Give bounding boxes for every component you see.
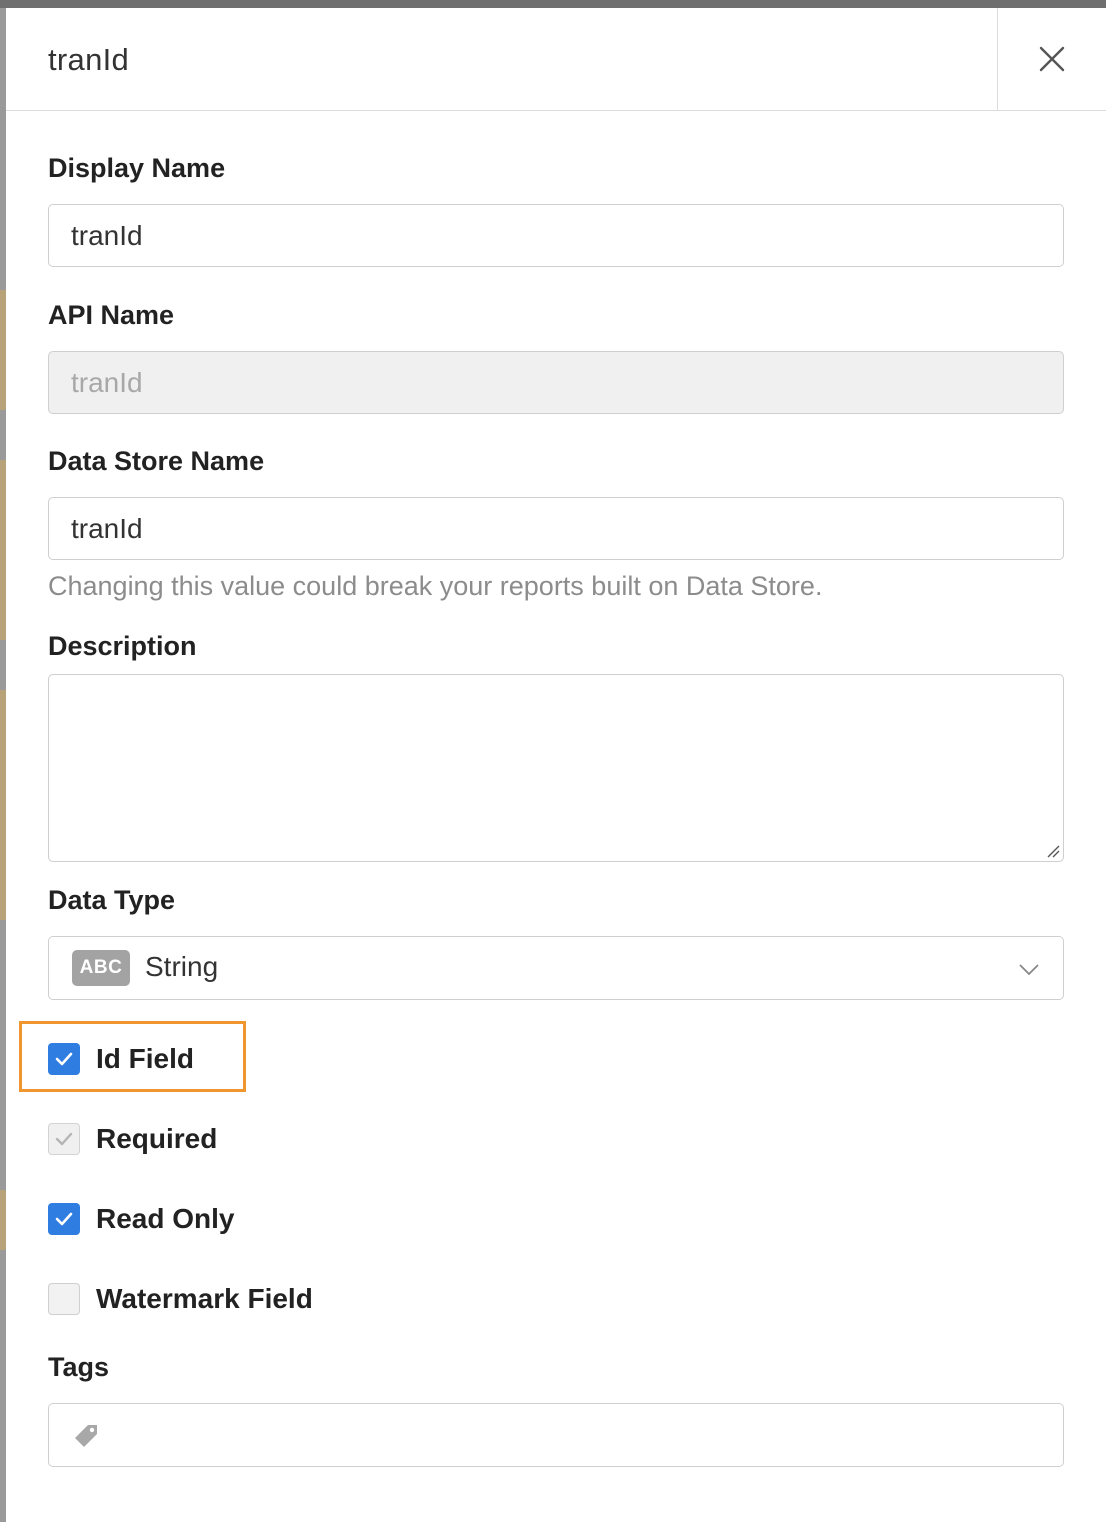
checkmark-icon (55, 1132, 73, 1146)
data-store-name-input[interactable] (48, 497, 1064, 560)
chevron-down-icon (1019, 964, 1039, 976)
tag-icon (75, 1425, 97, 1447)
data-type-value: String (145, 951, 219, 982)
api-name-label: API Name (48, 300, 175, 330)
field-settings-panel: tranId Display Name API Name Data Store … (6, 8, 1106, 1522)
display-name-input[interactable] (48, 204, 1064, 267)
id-field-checkbox-row[interactable]: Id Field (48, 1043, 194, 1075)
description-textarea[interactable] (48, 674, 1064, 862)
resize-grip-icon[interactable] (1046, 844, 1060, 858)
display-name-label: Display Name (48, 153, 226, 183)
read-only-label: Read Only (96, 1203, 235, 1234)
string-type-badge: ABC (72, 950, 130, 986)
tags-input[interactable] (48, 1403, 1064, 1467)
data-type-label: Data Type (48, 885, 176, 915)
data-store-name-hint: Changing this value could break your rep… (48, 571, 823, 601)
required-label: Required (96, 1123, 218, 1154)
close-button[interactable] (997, 8, 1106, 110)
description-label: Description (48, 631, 197, 661)
panel-header: tranId (6, 8, 1106, 111)
api-name-input (48, 351, 1064, 414)
close-icon (1039, 46, 1065, 72)
id-field-checkbox[interactable] (48, 1043, 80, 1075)
read-only-checkbox-row[interactable]: Read Only (48, 1203, 234, 1235)
watermark-field-checkbox-row[interactable]: Watermark Field (48, 1283, 313, 1315)
data-store-name-label: Data Store Name (48, 446, 265, 476)
data-type-select[interactable]: ABC String (48, 936, 1064, 1000)
checkmark-icon (55, 1052, 73, 1066)
panel-title: tranId (48, 42, 130, 77)
tags-label: Tags (48, 1352, 110, 1382)
required-checkbox-row: Required (48, 1123, 217, 1155)
required-checkbox (48, 1123, 80, 1155)
read-only-checkbox[interactable] (48, 1203, 80, 1235)
backdrop-topbar (0, 0, 1106, 8)
checkmark-icon (55, 1212, 73, 1226)
id-field-label: Id Field (96, 1043, 194, 1074)
watermark-field-checkbox[interactable] (48, 1283, 80, 1315)
watermark-field-label: Watermark Field (96, 1283, 313, 1314)
